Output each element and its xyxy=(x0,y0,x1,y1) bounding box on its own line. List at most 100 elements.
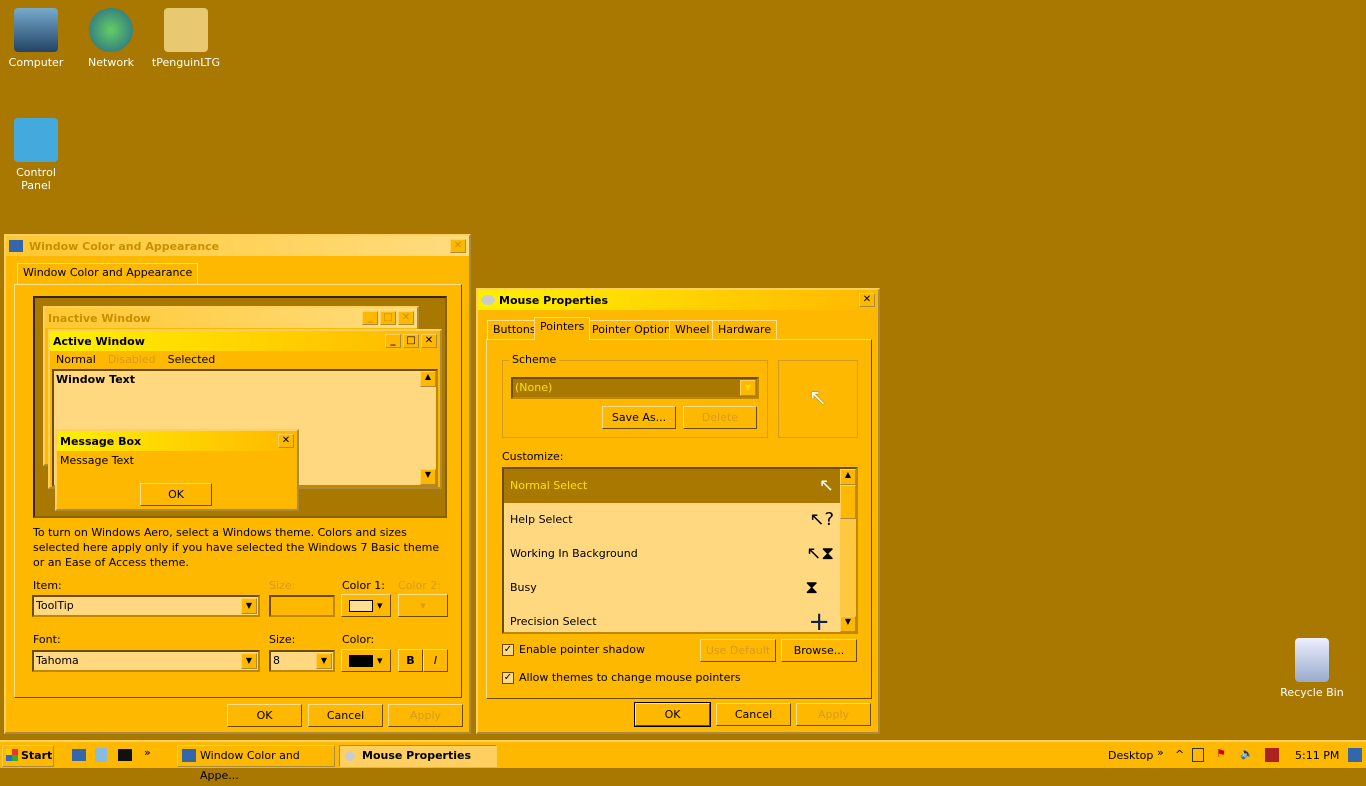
monitor-icon xyxy=(182,749,196,762)
chevron-down-icon: ▼ xyxy=(241,598,257,614)
menu-normal: Normal xyxy=(56,353,96,366)
minimize-icon: _ xyxy=(362,311,378,325)
title-bar[interactable]: Window Color and Appearance ✕ xyxy=(6,236,469,256)
desktop-icon-user[interactable]: tPenguinLTG xyxy=(150,8,222,69)
color2-button[interactable]: ▾ xyxy=(398,594,448,617)
desktop-icon-computer[interactable]: Computer xyxy=(0,8,72,69)
checkbox-icon[interactable]: ✓ xyxy=(502,671,514,684)
recycle-bin-icon xyxy=(1295,638,1329,682)
close-button[interactable]: ✕ xyxy=(859,293,875,307)
desktop-toolbar[interactable]: Desktop xyxy=(1108,749,1153,762)
close-button[interactable]: ✕ xyxy=(450,239,466,253)
list-item[interactable]: Busy ⧗ xyxy=(504,571,856,605)
chevron-icon[interactable]: » xyxy=(1157,746,1164,759)
chevron-down-icon: ▼ xyxy=(316,653,332,669)
preview-message-box: Message Box ✕ Message Text OK xyxy=(55,429,299,511)
value: 8 xyxy=(273,654,280,667)
browse-button[interactable]: Browse... xyxy=(781,639,857,662)
scroll-thumb[interactable] xyxy=(840,485,856,519)
checkbox-icon[interactable]: ✓ xyxy=(502,643,514,656)
show-hidden-icons[interactable]: ^ xyxy=(1175,748,1184,761)
font-size-select[interactable]: 8 ▼ xyxy=(269,650,335,672)
scrollbar[interactable]: ▲ ▼ xyxy=(840,469,856,632)
save-as-button[interactable]: Save As... xyxy=(602,406,676,429)
chevron-icon[interactable]: » xyxy=(144,746,151,759)
menu-selected: Selected xyxy=(167,353,216,366)
scroll-up-icon[interactable]: ▲ xyxy=(840,469,856,485)
tab-pointers[interactable]: Pointers xyxy=(534,317,591,340)
cancel-button[interactable]: Cancel xyxy=(308,704,383,727)
list-item[interactable]: Normal Select ↖ xyxy=(504,469,856,503)
command-prompt-icon[interactable] xyxy=(118,749,132,761)
chevron-down-icon: ▼ xyxy=(740,380,756,396)
list-item[interactable]: Precision Select + xyxy=(504,605,856,632)
maximize-icon: □ xyxy=(403,334,419,348)
busy-cursor-icon: ⧗ xyxy=(805,577,818,598)
cancel-button[interactable]: Cancel xyxy=(716,703,791,726)
title-bar[interactable]: Mouse Properties ✕ xyxy=(478,290,878,310)
message-text: Message Text xyxy=(60,454,134,467)
pointer-list[interactable]: Normal Select ↖ Help Select ↖? Working In … xyxy=(502,467,858,634)
italic-button[interactable]: I xyxy=(423,649,448,672)
label: Network xyxy=(88,56,134,69)
safely-remove-icon[interactable] xyxy=(1192,748,1204,762)
show-desktop-icon[interactable] xyxy=(72,749,86,761)
start-button[interactable]: Start xyxy=(2,745,54,767)
apply-button[interactable]: Apply xyxy=(796,703,871,726)
label: tPenguinLTG xyxy=(151,56,221,69)
task-window-color[interactable]: Window Color and Appe... xyxy=(177,745,335,782)
size-spinner[interactable] xyxy=(269,595,335,617)
list-item[interactable]: Help Select ↖? xyxy=(504,503,856,537)
tab-window-color[interactable]: Window Color and Appearance xyxy=(17,263,199,285)
value: ToolTip xyxy=(36,599,74,612)
font-color-button[interactable]: ▾ xyxy=(341,649,391,672)
window-color-appearance-dialog: Window Color and Appearance ✕ Window Colo… xyxy=(4,234,471,734)
delete-button[interactable]: Delete xyxy=(683,406,757,429)
list-item[interactable]: Working In Background ↖⧗ xyxy=(504,537,856,571)
mouse-properties-dialog: Mouse Properties ✕ Buttons Pointers Point… xyxy=(476,288,880,734)
action-center-icon[interactable]: ⚑ xyxy=(1216,747,1226,760)
preview-area: Inactive Window _ □ ✕ Active Window _ □ ✕ Norm… xyxy=(33,296,447,518)
scheme-label: Scheme xyxy=(509,353,560,366)
tab-hardware[interactable]: Hardware xyxy=(712,320,778,340)
title: Active Window xyxy=(53,334,145,348)
volume-icon[interactable]: 🔈 xyxy=(1240,747,1254,760)
bold-button[interactable]: B xyxy=(398,649,423,672)
task-mouse-properties[interactable]: Mouse Properties xyxy=(339,745,497,767)
scroll-down-icon[interactable]: ▼ xyxy=(840,616,856,632)
use-default-button[interactable]: Use Default xyxy=(700,639,776,662)
label: Computer xyxy=(8,56,64,69)
label: Recycle Bin xyxy=(1280,686,1344,699)
desktop-icon-recycle-bin[interactable]: Recycle Bin xyxy=(1276,638,1348,699)
label: Working In Background xyxy=(510,547,638,560)
apply-button[interactable]: Apply xyxy=(388,704,463,727)
tab-panel: Inactive Window _ □ ✕ Active Window _ □ ✕ Norm… xyxy=(14,284,462,698)
color1-button[interactable]: ▾ xyxy=(341,594,391,617)
scheme-select[interactable]: (None) ▼ xyxy=(511,377,759,399)
help-cursor-icon: ↖? xyxy=(809,509,834,530)
explorer-icon[interactable] xyxy=(95,748,107,762)
title: Window Color and Appearance xyxy=(29,239,220,253)
desktop-icon-control-panel[interactable]: Control Panel xyxy=(0,118,72,192)
item-select[interactable]: ToolTip ▼ xyxy=(32,595,260,617)
allow-themes-checkbox[interactable]: ✓ Allow themes to change mouse pointers xyxy=(502,671,741,684)
label: Help Select xyxy=(510,513,573,526)
normal-cursor-icon: ↖ xyxy=(818,475,834,496)
clock[interactable]: 5:11 PM xyxy=(1295,749,1339,762)
mouse-icon xyxy=(345,751,355,761)
show-desktop-button[interactable] xyxy=(1348,748,1362,762)
font-color-label: Color: xyxy=(342,633,375,646)
tab-wheel[interactable]: Wheel xyxy=(669,320,716,340)
title: Mouse Properties xyxy=(499,293,609,307)
font-label: Font: xyxy=(33,633,61,646)
working-cursor-icon: ↖⧗ xyxy=(806,543,834,564)
taskbar: Start » Window Color and Appe... Mouse P… xyxy=(0,740,1366,782)
font-select[interactable]: Tahoma ▼ xyxy=(32,650,260,672)
ok-button[interactable]: OK xyxy=(227,704,302,727)
pointer-shadow-checkbox[interactable]: ✓ Enable pointer shadow xyxy=(502,643,645,656)
ok-button[interactable]: OK xyxy=(634,702,711,727)
font-size-label: Size: xyxy=(269,633,296,646)
label: Start xyxy=(21,749,53,762)
desktop-icon-network[interactable]: Network xyxy=(75,8,147,69)
network-status-icon[interactable] xyxy=(1265,748,1279,762)
